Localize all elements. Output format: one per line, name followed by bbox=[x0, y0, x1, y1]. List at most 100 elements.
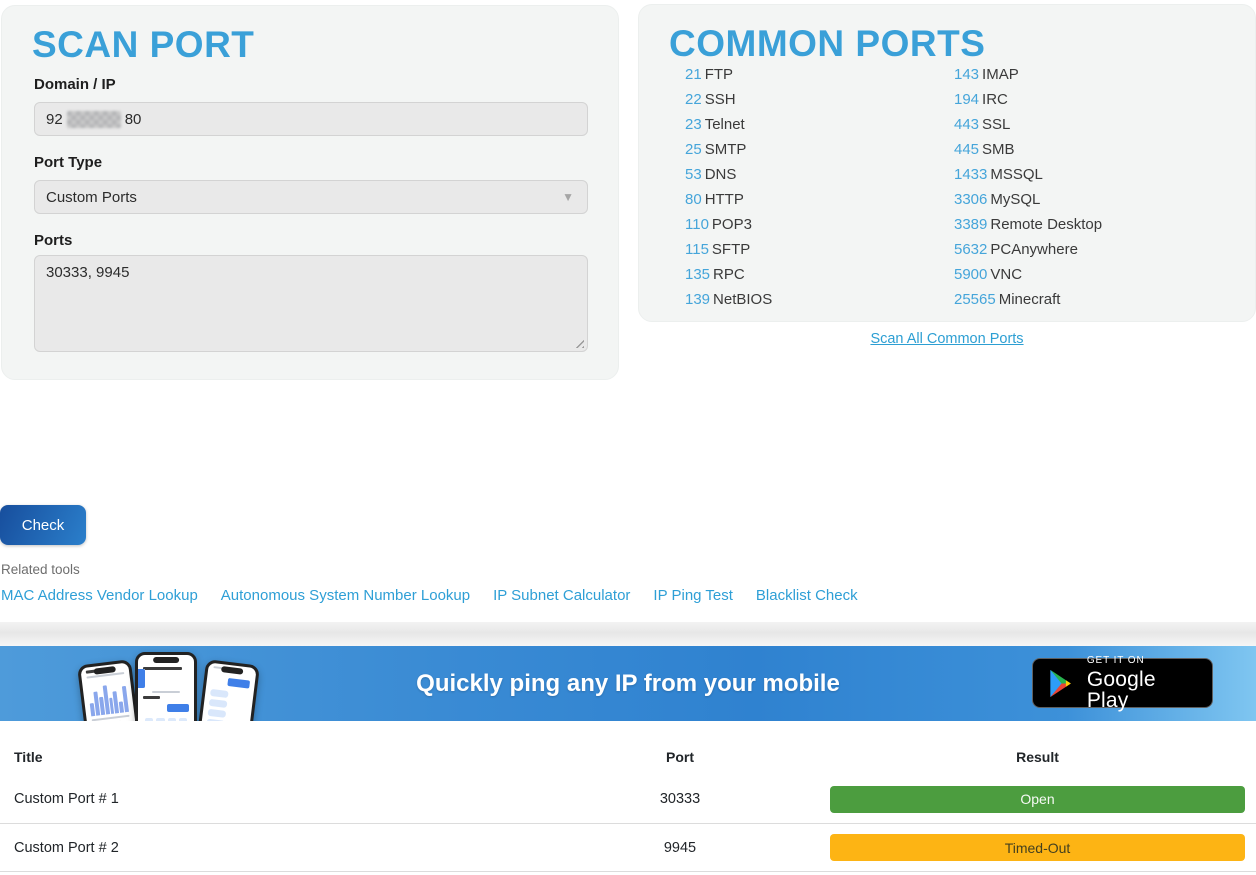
table-row: Custom Port # 1 30333 Open bbox=[0, 775, 1256, 823]
port-type-select[interactable]: Custom Ports ▼ bbox=[34, 180, 588, 214]
related-tool-link[interactable]: MAC Address Vendor Lookup bbox=[1, 587, 198, 604]
ports-textarea[interactable]: 30333, 9945 bbox=[34, 255, 588, 352]
port-name: HTTP bbox=[705, 191, 744, 208]
port-number: 194 bbox=[954, 91, 979, 108]
ports-value: 30333, 9945 bbox=[46, 264, 129, 281]
common-port-item: 23Telnet bbox=[685, 116, 772, 141]
port-number: 53 bbox=[685, 166, 702, 183]
common-ports-panel: COMMON PORTS 21FTP 22SSH 23Telnet 25SMTP… bbox=[638, 4, 1256, 322]
results-table: Title Port Result Custom Port # 1 30333 … bbox=[0, 738, 1256, 872]
decor-icon-grid bbox=[145, 718, 187, 721]
decor-shape bbox=[92, 715, 130, 721]
decor-shape bbox=[152, 691, 180, 693]
port-name: SSH bbox=[705, 91, 736, 108]
common-port-item: 1433MSSQL bbox=[954, 166, 1102, 191]
divider-strip bbox=[0, 622, 1256, 646]
related-tool-link[interactable]: IP Ping Test bbox=[653, 587, 733, 604]
page: SCAN PORT Domain / IP 92 80 Port Type Cu… bbox=[0, 0, 1256, 875]
decor-input bbox=[143, 669, 145, 688]
common-port-item: 445SMB bbox=[954, 141, 1102, 166]
result-cell: Open bbox=[800, 786, 1256, 813]
port-number: 445 bbox=[954, 141, 979, 158]
port-number: 5632 bbox=[954, 241, 987, 258]
port-number: 3306 bbox=[954, 191, 987, 208]
results-rows: Custom Port # 1 30333 Open Custom Port #… bbox=[0, 775, 1256, 872]
port-name: SSL bbox=[982, 116, 1010, 133]
port-name: FTP bbox=[705, 66, 733, 83]
domain-ip-suffix: 80 bbox=[125, 111, 142, 128]
port-number: 3389 bbox=[954, 216, 987, 233]
decor-button bbox=[167, 704, 189, 712]
badge-get-it-on: GET IT ON bbox=[1087, 656, 1199, 666]
port-name: DNS bbox=[705, 166, 737, 183]
domain-ip-prefix: 92 bbox=[46, 111, 63, 128]
google-play-text: GET IT ON Google Play bbox=[1087, 656, 1199, 711]
result-title-cell: Custom Port # 2 bbox=[0, 840, 560, 856]
status-badge: Open bbox=[830, 786, 1245, 813]
port-number: 23 bbox=[685, 116, 702, 133]
common-port-item: 25SMTP bbox=[685, 141, 772, 166]
phone-mockup-center bbox=[135, 652, 197, 721]
port-number: 25 bbox=[685, 141, 702, 158]
port-number: 443 bbox=[954, 116, 979, 133]
domain-ip-label: Domain / IP bbox=[34, 76, 116, 93]
port-name: SFTP bbox=[712, 241, 750, 258]
common-port-item: 135RPC bbox=[685, 266, 772, 291]
related-tool-link[interactable]: IP Subnet Calculator bbox=[493, 587, 630, 604]
result-port-cell: 30333 bbox=[560, 791, 800, 807]
common-port-item: 110POP3 bbox=[685, 216, 772, 241]
port-name: MySQL bbox=[990, 191, 1040, 208]
port-type-label: Port Type bbox=[34, 154, 102, 171]
status-badge: Timed-Out bbox=[830, 834, 1245, 861]
check-button[interactable]: Check bbox=[0, 505, 86, 545]
common-port-item: 139NetBIOS bbox=[685, 291, 772, 316]
port-name: NetBIOS bbox=[713, 291, 772, 308]
ports-label: Ports bbox=[34, 232, 72, 249]
google-play-badge[interactable]: GET IT ON Google Play bbox=[1032, 658, 1213, 708]
results-header-row: Title Port Result bbox=[0, 738, 1256, 775]
common-port-item: 3389Remote Desktop bbox=[954, 216, 1102, 241]
common-port-item: 115SFTP bbox=[685, 241, 772, 266]
related-tool-link[interactable]: Autonomous System Number Lookup bbox=[221, 587, 470, 604]
common-port-item: 5632PCAnywhere bbox=[954, 241, 1102, 266]
port-number: 5900 bbox=[954, 266, 987, 283]
common-port-item: 80HTTP bbox=[685, 191, 772, 216]
scan-port-panel: SCAN PORT Domain / IP 92 80 Port Type Cu… bbox=[1, 5, 619, 380]
port-name: Remote Desktop bbox=[990, 216, 1102, 233]
port-number: 139 bbox=[685, 291, 710, 308]
common-port-item: 194IRC bbox=[954, 91, 1102, 116]
column-header-port: Port bbox=[560, 749, 800, 765]
common-port-item: 3306MySQL bbox=[954, 191, 1102, 216]
decor-shape bbox=[143, 667, 182, 670]
port-number: 22 bbox=[685, 91, 702, 108]
resize-handle-icon[interactable] bbox=[572, 336, 584, 348]
port-number: 143 bbox=[954, 66, 979, 83]
domain-ip-input[interactable]: 92 80 bbox=[34, 102, 588, 136]
port-name: Minecraft bbox=[999, 291, 1061, 308]
chevron-down-icon: ▼ bbox=[562, 190, 574, 204]
port-name: IRC bbox=[982, 91, 1008, 108]
scan-all-common-ports-link[interactable]: Scan All Common Ports bbox=[638, 331, 1256, 347]
port-number: 80 bbox=[685, 191, 702, 208]
port-number: 1433 bbox=[954, 166, 987, 183]
port-type-value: Custom Ports bbox=[46, 189, 137, 206]
port-number: 25565 bbox=[954, 291, 996, 308]
common-port-item: 22SSH bbox=[685, 91, 772, 116]
port-name: Telnet bbox=[705, 116, 745, 133]
related-tool-link[interactable]: Blacklist Check bbox=[756, 587, 858, 604]
port-number: 110 bbox=[685, 216, 709, 233]
common-port-item: 25565Minecraft bbox=[954, 291, 1102, 316]
port-name: POP3 bbox=[712, 216, 752, 233]
port-name: SMTP bbox=[705, 141, 747, 158]
related-tools-label: Related tools bbox=[1, 562, 80, 577]
google-play-icon bbox=[1046, 667, 1076, 700]
port-number: 135 bbox=[685, 266, 710, 283]
promo-banner: Quickly ping any IP from your mobile GET… bbox=[0, 646, 1256, 721]
common-port-item: 143IMAP bbox=[954, 66, 1102, 91]
table-row: Custom Port # 2 9945 Timed-Out bbox=[0, 823, 1256, 871]
common-ports-title: COMMON PORTS bbox=[669, 23, 985, 65]
result-title-cell: Custom Port # 1 bbox=[0, 791, 560, 807]
port-name: RPC bbox=[713, 266, 745, 283]
port-name: SMB bbox=[982, 141, 1015, 158]
related-tools-nav: MAC Address Vendor Lookup Autonomous Sys… bbox=[1, 587, 858, 604]
